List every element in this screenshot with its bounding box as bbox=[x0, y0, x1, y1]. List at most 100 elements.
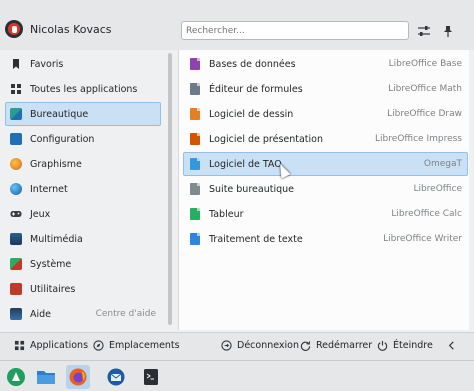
bookmark-icon bbox=[13, 59, 19, 69]
app-generic-name: LibreOffice bbox=[413, 184, 462, 194]
omegat-icon bbox=[190, 158, 200, 170]
grid-icon bbox=[11, 84, 21, 94]
thunderbird-button[interactable] bbox=[104, 365, 128, 389]
sidebar-item-internet[interactable]: Internet bbox=[5, 177, 161, 201]
application-list: Bases de données LibreOffice Base Éditeu… bbox=[178, 50, 469, 330]
app-logiciel-de-tao[interactable]: Logiciel de TAO OmegaT bbox=[183, 152, 468, 176]
help-icon bbox=[10, 308, 22, 320]
sidebar-item-label: Internet bbox=[30, 183, 68, 195]
app-generic-name: LibreOffice Base bbox=[388, 59, 462, 69]
thunderbird-icon bbox=[107, 368, 125, 386]
sidebar-item-label: Système bbox=[30, 258, 72, 270]
graphics-icon bbox=[10, 158, 22, 170]
sidebar-item-label: Favoris bbox=[30, 58, 64, 70]
app-logiciel-de-dessin[interactable]: Logiciel de dessin LibreOffice Draw bbox=[183, 102, 468, 126]
app-name: Bases de données bbox=[209, 58, 296, 70]
app-name: Logiciel de dessin bbox=[209, 108, 294, 120]
globe-icon bbox=[10, 183, 22, 195]
file-manager-button[interactable] bbox=[34, 365, 58, 389]
app-logiciel-de-presentation[interactable]: Logiciel de présentation LibreOffice Imp… bbox=[183, 127, 468, 151]
logout-icon bbox=[221, 340, 232, 351]
session-menu-button[interactable] bbox=[447, 340, 461, 351]
emplacements-tab[interactable]: Emplacements bbox=[93, 340, 180, 351]
terminal-icon bbox=[144, 369, 158, 385]
username: Nicolas Kovacs bbox=[30, 23, 112, 36]
applications-label: Applications bbox=[30, 340, 89, 351]
office-icon bbox=[10, 108, 22, 120]
sidebar-item-utilitaires[interactable]: Utilitaires bbox=[5, 277, 161, 301]
search-input[interactable] bbox=[181, 21, 409, 40]
libreoffice-icon bbox=[190, 183, 200, 195]
app-tableur[interactable]: Tableur LibreOffice Calc bbox=[183, 202, 468, 226]
system-icon bbox=[10, 258, 22, 270]
power-icon bbox=[377, 340, 388, 351]
app-editeur-de-formules[interactable]: Éditeur de formules LibreOffice Math bbox=[183, 77, 468, 101]
libreoffice-base-icon bbox=[190, 58, 200, 70]
file-manager-icon bbox=[37, 371, 55, 384]
sidebar-item-label: Utilitaires bbox=[30, 283, 76, 295]
app-generic-name: LibreOffice Calc bbox=[391, 209, 462, 219]
sidebar-item-label: Aide bbox=[30, 308, 52, 320]
shutdown-label: Éteindre bbox=[393, 340, 433, 351]
utilities-icon bbox=[10, 283, 22, 295]
user-avatar[interactable] bbox=[5, 20, 23, 38]
grid-icon bbox=[14, 340, 25, 351]
chevron-left-icon bbox=[448, 341, 454, 350]
app-bases-de-donnees[interactable]: Bases de données LibreOffice Base bbox=[183, 52, 468, 76]
restart-button[interactable]: Redémarrer bbox=[300, 340, 372, 351]
pin-icon[interactable] bbox=[439, 22, 457, 40]
category-sidebar: Favoris Toutes les applications Bureauti… bbox=[0, 50, 176, 330]
menu-footer: Applications Emplacements Déconnexion Re… bbox=[0, 332, 474, 361]
sidebar-item-aide[interactable]: Aide Centre d'aide bbox=[5, 302, 161, 326]
config-icon bbox=[10, 133, 22, 145]
app-suite-bureautique[interactable]: Suite bureautique LibreOffice bbox=[183, 177, 468, 201]
configure-sliders-icon[interactable] bbox=[415, 22, 433, 40]
restart-label: Redémarrer bbox=[316, 340, 373, 351]
applications-tab[interactable]: Applications bbox=[14, 340, 88, 351]
sidebar-item-label: Configuration bbox=[30, 133, 95, 145]
sidebar-item-toutes-les-applications[interactable]: Toutes les applications bbox=[5, 77, 161, 101]
app-name: Logiciel de présentation bbox=[209, 133, 323, 145]
app-generic-name: OmegaT bbox=[423, 159, 462, 169]
libreoffice-impress-icon bbox=[190, 133, 200, 145]
libreoffice-writer-icon bbox=[190, 233, 200, 245]
sidebar-item-label: Jeux bbox=[30, 208, 51, 220]
sidebar-scrollbar[interactable] bbox=[168, 53, 172, 325]
terminal-button[interactable] bbox=[139, 365, 163, 389]
app-name: Tableur bbox=[209, 208, 244, 220]
help-center-hint: Centre d'aide bbox=[95, 309, 156, 319]
app-launcher-button[interactable] bbox=[4, 365, 28, 389]
sidebar-item-multimedia[interactable]: Multimédia bbox=[5, 227, 161, 251]
firefox-icon bbox=[69, 368, 87, 386]
sidebar-item-configuration[interactable]: Configuration bbox=[5, 127, 161, 151]
sidebar-item-label: Toutes les applications bbox=[30, 83, 138, 95]
multimedia-icon bbox=[10, 233, 22, 245]
sidebar-item-systeme[interactable]: Système bbox=[5, 252, 161, 276]
libreoffice-draw-icon bbox=[190, 108, 200, 120]
app-launcher-icon bbox=[7, 368, 25, 386]
application-menu: Nicolas Kovacs Favoris Toutes les applic… bbox=[0, 0, 474, 361]
sidebar-item-graphisme[interactable]: Graphisme bbox=[5, 152, 161, 176]
libreoffice-calc-icon bbox=[190, 208, 200, 220]
sidebar-item-jeux[interactable]: Jeux bbox=[5, 202, 161, 226]
app-name: Éditeur de formules bbox=[209, 83, 303, 95]
sidebar-item-label: Graphisme bbox=[30, 158, 82, 170]
gamepad-icon bbox=[10, 211, 22, 217]
app-name: Traitement de texte bbox=[209, 233, 303, 245]
emplacements-label: Emplacements bbox=[109, 340, 180, 351]
sidebar-item-label: Bureautique bbox=[30, 108, 89, 120]
compass-icon bbox=[93, 340, 104, 351]
firefox-button[interactable] bbox=[66, 365, 90, 389]
logout-button[interactable]: Déconnexion bbox=[221, 340, 299, 351]
app-traitement-de-texte[interactable]: Traitement de texte LibreOffice Writer bbox=[183, 227, 468, 251]
app-name: Suite bureautique bbox=[209, 183, 294, 195]
app-generic-name: LibreOffice Draw bbox=[387, 109, 462, 119]
menu-header: Nicolas Kovacs bbox=[0, 0, 474, 50]
sidebar-item-bureautique[interactable]: Bureautique bbox=[5, 102, 161, 126]
shutdown-button[interactable]: Éteindre bbox=[377, 340, 433, 351]
sidebar-item-favoris[interactable]: Favoris bbox=[5, 52, 161, 76]
restart-icon bbox=[300, 341, 311, 351]
app-name: Logiciel de TAO bbox=[209, 158, 282, 170]
logout-label: Déconnexion bbox=[237, 340, 300, 351]
app-generic-name: LibreOffice Writer bbox=[383, 234, 462, 244]
